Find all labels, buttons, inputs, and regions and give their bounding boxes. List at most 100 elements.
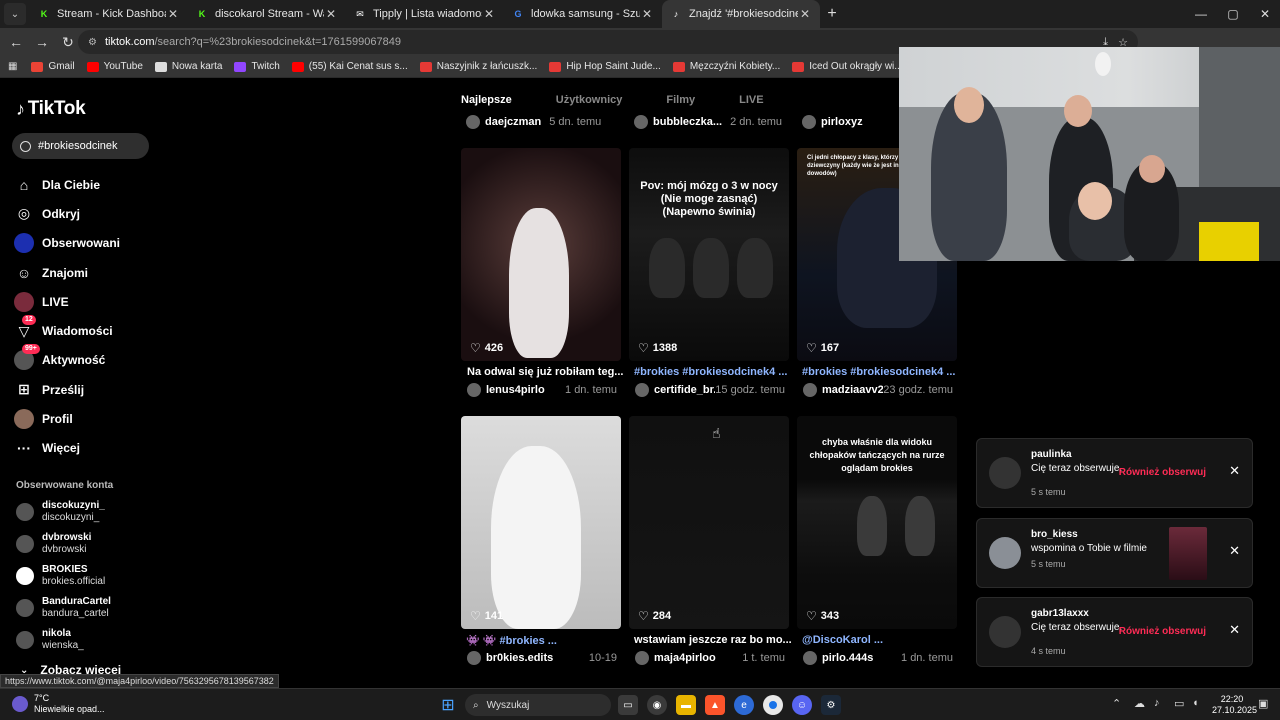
tab-close-icon[interactable]: ✕ [482, 7, 496, 21]
nav-item[interactable]: Profil [14, 404, 194, 433]
video-card[interactable]: ♡ 141 [461, 416, 621, 629]
video-meta[interactable]: pirloxyz [802, 115, 871, 129]
video-meta[interactable]: br0kies.edits 10-19 [467, 651, 617, 665]
close-window-icon[interactable]: ✕ [1249, 0, 1280, 28]
back-icon[interactable]: ← [4, 30, 28, 54]
followed-account[interactable]: discokuzyni_ discokuzyni_ [16, 500, 105, 524]
followed-account[interactable]: nikola wienska_ [16, 628, 84, 652]
close-icon[interactable]: ✕ [1229, 543, 1240, 559]
tab-close-icon[interactable]: ✕ [166, 7, 180, 21]
bookmark-item[interactable]: Twitch [234, 61, 280, 72]
video-card[interactable]: chyba właśnie dla widoku chłopaków tańcz… [797, 416, 957, 629]
video-title[interactable]: #brokies #brokiesodcinek4 ... [802, 366, 962, 378]
bookmark-item[interactable]: Iced Out okrągły wi... [792, 61, 903, 72]
tiktok-logo[interactable]: ♪ TikTok [16, 98, 86, 120]
video-meta[interactable]: certifide_br...15 godz. temu [635, 383, 785, 397]
bookmark-item[interactable]: Naszyjnik z łańcuszk... [419, 61, 537, 72]
weather-widget[interactable]: 7°C Niewielkie opad... [12, 693, 105, 715]
notification-toast[interactable]: bro_kiess wspomina o Tobie w filmie 5 s te… [976, 518, 1253, 588]
video-card[interactable]: ♡ 284 [629, 416, 789, 629]
tab-close-icon[interactable]: ✕ [324, 7, 338, 21]
browser-tab[interactable]: ✉ Tipply | Lista wiadomości✕ [346, 0, 504, 28]
network-icon[interactable]: ▭ [1174, 697, 1184, 710]
discord-ptb-icon[interactable]: ◉ [647, 695, 667, 715]
video-title[interactable]: wstawiam jeszcze raz bo mo... [634, 634, 794, 646]
site-info-icon[interactable]: ⚙ [88, 37, 97, 48]
results-tab[interactable]: LIVE [739, 94, 763, 110]
volume-icon[interactable]: ◖ [1192, 697, 1199, 709]
avatar [466, 115, 480, 129]
video-meta[interactable]: maja4pirloo 1 t. temu [635, 651, 785, 665]
video-title[interactable]: 👾 👾 #brokies ... [466, 634, 626, 647]
results-tab[interactable]: Użytkownicy [556, 94, 623, 110]
nav-item[interactable]: ◎ Odkryj [14, 199, 194, 228]
nav-item[interactable]: LIVE [14, 287, 194, 316]
clock[interactable]: 22:20 27.10.2025 [1212, 694, 1257, 716]
bookmark-item[interactable]: YouTube [86, 61, 143, 72]
video-title[interactable]: #brokies #brokiesodcinek4 ... [634, 366, 794, 378]
nav-item[interactable]: ▽ 12 Wiadomości [14, 315, 194, 345]
chrome-icon[interactable] [763, 695, 783, 715]
bookmark-item[interactable]: (55) Kai Cenat sus s... [291, 61, 408, 72]
maximize-icon[interactable]: ▢ [1217, 0, 1249, 28]
brave-icon[interactable]: ▲ [705, 695, 725, 715]
video-meta[interactable]: bubbleczka... 2 dn. temu [634, 115, 782, 129]
follow-back-button[interactable]: Również obserwuj [1119, 467, 1206, 478]
nav-item[interactable]: Obserwowani [14, 229, 194, 258]
video-card[interactable]: Pov: mój mózg o 3 w nocy (Nie moge zasną… [629, 148, 789, 361]
file-explorer-icon[interactable]: ▬ [676, 695, 696, 715]
close-icon[interactable]: ✕ [1229, 463, 1240, 479]
tab-search-button[interactable]: ⌄ [4, 3, 26, 25]
video-meta[interactable]: lenus4pirlo 1 dn. temu [467, 383, 617, 397]
minimize-icon[interactable]: — [1185, 0, 1217, 28]
follow-back-button[interactable]: Również obserwuj [1119, 626, 1206, 637]
bookmark-item[interactable]: Gmail [31, 61, 75, 72]
followed-account[interactable]: BROKIES brokies.official [16, 564, 105, 588]
reload-icon[interactable]: ↻ [56, 30, 80, 54]
bookmark-item[interactable]: Nowa karta [154, 61, 222, 72]
bookmark-item[interactable]: Męzczyźni Kobiety... [672, 61, 780, 72]
video-meta[interactable]: pirlo.444s 1 dn. temu [803, 651, 953, 665]
task-view-icon[interactable]: ▭ [618, 695, 638, 715]
tab-close-icon[interactable]: ✕ [798, 7, 812, 21]
tab-close-icon[interactable]: ✕ [640, 7, 654, 21]
video-meta[interactable]: madziaavv2 23 godz. temu [803, 383, 953, 397]
results-tab[interactable]: Najlepsze [461, 94, 512, 110]
nav-item[interactable]: ⌂ Dla Ciebie [14, 170, 194, 199]
edge-icon[interactable]: e [734, 695, 754, 715]
nav-item[interactable]: ☺ Znajomi [14, 258, 194, 287]
bookmark-item[interactable]: Hip Hop Saint Jude... [549, 61, 661, 72]
nav-label: Obserwowani [42, 236, 121, 251]
results-tab[interactable]: Filmy [666, 94, 695, 110]
browser-tab[interactable]: Gldowka samsung - Szukaj w Go✕ [504, 0, 662, 28]
nav-item[interactable]: 99+ Aktywność [14, 344, 194, 375]
discord-icon[interactable]: ☺ [792, 695, 812, 715]
browser-tab[interactable]: ♪ Znajdź '#brokiesodcinek' na Tik✕ [662, 0, 820, 28]
tray-chevron-icon[interactable]: ⌃ [1112, 697, 1121, 710]
browser-tab[interactable]: K Stream - Kick Dashboard✕ [30, 0, 188, 28]
taskbar-search[interactable]: ⌕ Wyszukaj [465, 694, 611, 716]
video-meta[interactable]: daejczman 5 dn. temu [466, 115, 601, 129]
apps-icon[interactable]: ▦ [8, 61, 17, 72]
steam-icon[interactable]: ⚙ [821, 695, 841, 715]
start-icon[interactable]: ⊞ [438, 695, 458, 715]
nav-item[interactable]: ⊞ Prześlij [14, 375, 194, 404]
search-value: #brokiesodcinek [38, 140, 118, 152]
notification-toast[interactable]: gabr13laxxx Cię teraz obserwuje. 4 s temu R… [976, 597, 1253, 667]
notification-bell-icon[interactable]: ▣ [1258, 697, 1268, 710]
video-thumbnail[interactable] [1169, 527, 1207, 580]
browser-tab[interactable]: Kdiscokarol Stream - Watch Live✕ [188, 0, 346, 28]
video-title[interactable]: @DiscoKarol ... [802, 634, 962, 646]
forward-icon[interactable]: → [30, 30, 54, 54]
notification-toast[interactable]: paulinka Cię teraz obserwuje. 5 s temu Równ… [976, 438, 1253, 508]
followed-account[interactable]: BanduraCartel bandura_cartel [16, 596, 111, 620]
close-icon[interactable]: ✕ [1229, 622, 1240, 638]
nav-item[interactable]: ··· Więcej [14, 434, 194, 463]
onedrive-icon[interactable]: ☁ [1134, 697, 1145, 710]
video-card[interactable]: ♡ 426 [461, 148, 621, 361]
new-tab-button[interactable]: + [820, 2, 844, 26]
mic-icon[interactable]: ♪ [1154, 697, 1160, 709]
followed-account[interactable]: dvbrowski dvbrowski [16, 532, 91, 556]
search-input[interactable]: #brokiesodcinek [12, 133, 149, 159]
video-title[interactable]: Na odwal się już robiłam teg... [467, 366, 627, 378]
